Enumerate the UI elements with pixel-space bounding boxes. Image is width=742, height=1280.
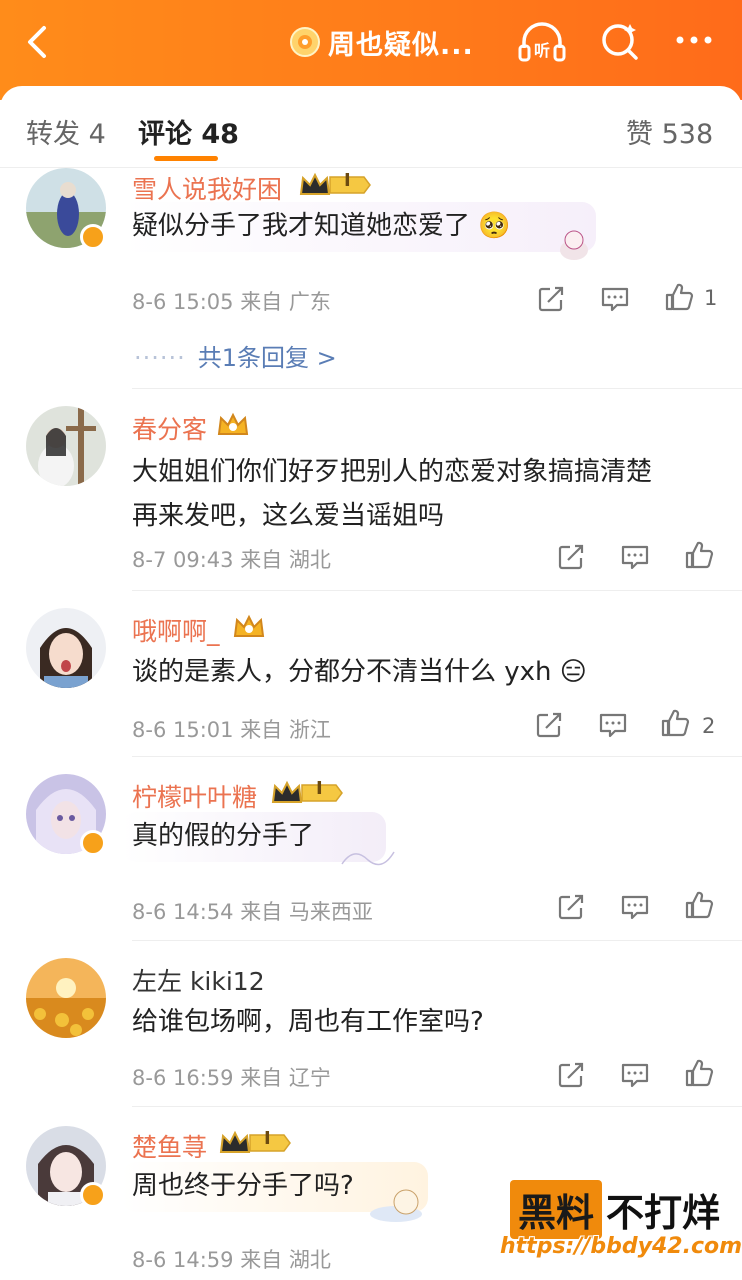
- headphones-listen-icon[interactable]: 听: [516, 18, 568, 66]
- like-icon[interactable]: [684, 890, 714, 920]
- comment-meta: 8-6 16:59 来自 辽宁: [132, 1066, 331, 1090]
- vip-level-label: I: [264, 1128, 271, 1149]
- view-replies-link[interactable]: ······ 共1条回复 >: [134, 338, 337, 373]
- lace-decoration-icon: [341, 851, 395, 866]
- comment-text-line-1: 大姐姐们你们好歹把别人的恋爱对象搞搞清楚: [132, 457, 653, 487]
- divider: [132, 756, 742, 757]
- comment-item: 柠檬叶叶糖 I 真的假的分手了 8-6 14:54 来自 马来西亚: [0, 772, 742, 940]
- like-icon[interactable]: [660, 708, 690, 738]
- comment-text: 疑似分手了我才知道她恋爱了 🥺: [132, 211, 511, 241]
- tab-comments[interactable]: 评论 48: [138, 112, 239, 151]
- super-topic-badge-icon: [290, 27, 320, 57]
- vip-level-label: I: [344, 170, 351, 191]
- search-icon[interactable]: [594, 18, 646, 66]
- vip-level-label: I: [316, 778, 323, 799]
- verified-badge-icon: [80, 224, 106, 250]
- username[interactable]: 哦啊啊_: [132, 612, 220, 648]
- like-icon[interactable]: [664, 282, 694, 312]
- verified-badge-icon: [80, 830, 106, 856]
- comment-meta: 8-6 15:05 来自 广东: [132, 290, 331, 314]
- like-count: 1: [704, 286, 718, 310]
- comment-item: 哦啊啊_ 谈的是素人，分都分不清当什么 yxh 😑 8-6 15:01 来自 浙…: [0, 606, 742, 756]
- divider: [132, 388, 742, 389]
- vip-crown-icon: [216, 412, 250, 438]
- reply-comment-icon[interactable]: [620, 1060, 650, 1090]
- divider: [132, 590, 742, 591]
- reply-comment-icon[interactable]: [620, 542, 650, 572]
- tab-repost[interactable]: 转发 4: [26, 112, 106, 151]
- divider: [132, 1106, 742, 1107]
- comment-meta: 8-6 15:01 来自 浙江: [132, 718, 331, 742]
- share-icon[interactable]: [556, 892, 586, 922]
- back-arrow-icon[interactable]: [18, 20, 58, 64]
- share-icon[interactable]: [556, 542, 586, 572]
- username[interactable]: 楚鱼荨: [132, 1128, 207, 1164]
- username[interactable]: 雪人说我好困: [132, 170, 282, 206]
- tab-bar: 转发 4 评论 48 赞 538: [0, 86, 742, 168]
- more-menu-icon[interactable]: [668, 18, 720, 66]
- avatar[interactable]: [26, 406, 106, 486]
- comment-text-line-2: 再来发吧，这么爱当谣姐吗: [132, 501, 445, 531]
- comment-item: 左左 kiki12 给谁包场啊，周也有工作室吗? 8-6 16:59 来自 辽宁: [0, 956, 742, 1106]
- verified-badge-icon: [80, 1182, 106, 1208]
- watermark-part-1: 黑料: [510, 1180, 603, 1239]
- comment-meta: 8-6 14:59 来自 湖北: [132, 1248, 331, 1272]
- title-area[interactable]: 周也疑似...: [290, 22, 474, 62]
- cartoon-sticker-icon: [370, 1189, 422, 1222]
- comment-meta: 8-7 09:43 来自 湖北: [132, 548, 331, 572]
- comment-text: 给谁包场啊，周也有工作室吗?: [132, 1007, 484, 1037]
- comment-item: 春分客 大姐姐们你们好歹把别人的恋爱对象搞搞清楚 再来发吧，这么爱当谣姐吗 8-…: [0, 404, 742, 590]
- like-icon[interactable]: [684, 1058, 714, 1088]
- page-title: 周也疑似...: [328, 29, 474, 61]
- avatar[interactable]: [26, 608, 106, 688]
- divider: [132, 940, 742, 941]
- comment-text: 谈的是素人，分都分不清当什么 yxh 😑: [132, 657, 587, 687]
- vip-crown-icon: [232, 614, 266, 640]
- like-count: 2: [702, 714, 716, 738]
- active-tab-indicator: [154, 156, 218, 161]
- vip-crown-icon: [298, 172, 372, 198]
- watermark: 黑料 不打烊 https://bbdy42.com: [496, 1176, 742, 1272]
- watermark-part-2: 不打烊: [606, 1191, 721, 1235]
- comment-text: 真的假的分手了: [132, 821, 315, 851]
- reply-comment-icon[interactable]: [598, 710, 628, 740]
- avatar[interactable]: [26, 958, 106, 1038]
- comment-item: 雪人说我好困 I 疑似分手了我才知道她恋爱了 🥺 8-6 15:05 来自 广东…: [0, 168, 742, 388]
- share-icon[interactable]: [536, 284, 566, 314]
- username[interactable]: 柠檬叶叶糖: [132, 778, 257, 814]
- tab-likes[interactable]: 赞 538: [626, 112, 713, 151]
- comment-text: 周也终于分手了吗?: [132, 1171, 354, 1201]
- username[interactable]: 春分客: [132, 410, 207, 446]
- reply-comment-icon[interactable]: [600, 284, 630, 314]
- username[interactable]: 左左 kiki12: [132, 962, 265, 998]
- reply-comment-icon[interactable]: [620, 892, 650, 922]
- top-bar: 周也疑似... 听: [0, 0, 742, 100]
- comment-meta: 8-6 14:54 来自 马来西亚: [132, 900, 373, 924]
- watermark-url: https://bbdy42.com: [500, 1234, 742, 1259]
- svg-text:听: 听: [534, 41, 550, 60]
- cartoon-sticker-icon: [560, 230, 588, 260]
- share-icon[interactable]: [534, 710, 564, 740]
- vip-crown-icon: [218, 1130, 292, 1156]
- share-icon[interactable]: [556, 1060, 586, 1090]
- like-icon[interactable]: [684, 540, 714, 570]
- vip-crown-icon: [270, 780, 344, 806]
